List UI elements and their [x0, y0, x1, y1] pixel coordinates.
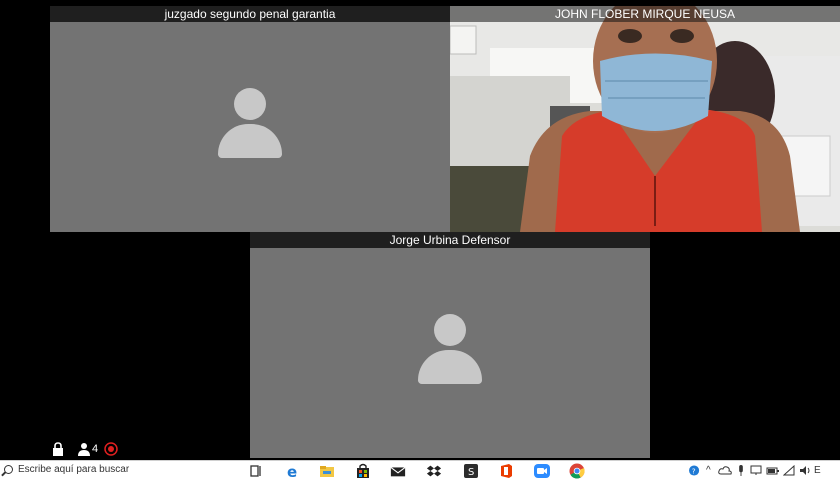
wifi-icon[interactable] [783, 465, 795, 476]
participant-tile-john-flober[interactable]: JOHN FLOBER MIRQUE NEUSA [450, 6, 840, 232]
sway-icon[interactable]: S [463, 463, 479, 479]
system-tray: ? ^ E [680, 461, 840, 480]
avatar-placeholder-icon [218, 88, 282, 158]
office-icon[interactable] [498, 463, 514, 479]
participant-name-label: juzgado segundo penal garantia [50, 6, 450, 22]
participant-tile-juzgado[interactable]: juzgado segundo penal garantia [50, 6, 450, 232]
participant-name-label: JOHN FLOBER MIRQUE NEUSA [450, 6, 840, 22]
mail-icon[interactable] [390, 463, 406, 479]
file-explorer-icon[interactable] [319, 463, 335, 479]
task-view-icon[interactable] [248, 463, 264, 479]
taskbar-search-box[interactable]: Escribe aquí para buscar [0, 461, 236, 480]
microphone-icon[interactable] [736, 465, 746, 476]
svg-text:e: e [287, 463, 297, 479]
store-icon[interactable] [355, 463, 371, 479]
display-icon[interactable] [750, 465, 762, 476]
cloud-icon[interactable] [718, 465, 732, 476]
zoom-icon[interactable] [534, 463, 550, 479]
battery-icon[interactable] [766, 465, 780, 476]
volume-icon[interactable] [799, 465, 811, 476]
participants-icon[interactable] [78, 441, 90, 457]
svg-text:S: S [468, 467, 474, 478]
input-language-indicator[interactable]: E [814, 465, 821, 476]
search-icon [4, 465, 13, 474]
participant-tile-jorge-urbina[interactable]: Jorge Urbina Defensor [250, 232, 650, 458]
participant-count: 4 [92, 443, 99, 455]
chevron-up-icon[interactable]: ^ [706, 465, 711, 476]
avatar-placeholder-icon [418, 314, 482, 384]
participant-name-label: Jorge Urbina Defensor [250, 232, 650, 248]
svg-text:?: ? [692, 467, 696, 476]
lock-icon[interactable] [52, 441, 64, 457]
edge-icon[interactable]: e [285, 463, 301, 479]
chrome-icon[interactable] [569, 463, 585, 479]
record-icon[interactable] [104, 441, 118, 457]
dropbox-icon[interactable] [426, 463, 442, 479]
search-placeholder: Escribe aquí para buscar [18, 464, 130, 475]
help-icon[interactable]: ? [688, 465, 702, 476]
participant-video-feed [450, 6, 840, 232]
windows-taskbar: Escribe aquí para buscar e S ? ^ E [0, 460, 840, 480]
meeting-status-bar: 4 [0, 438, 250, 458]
